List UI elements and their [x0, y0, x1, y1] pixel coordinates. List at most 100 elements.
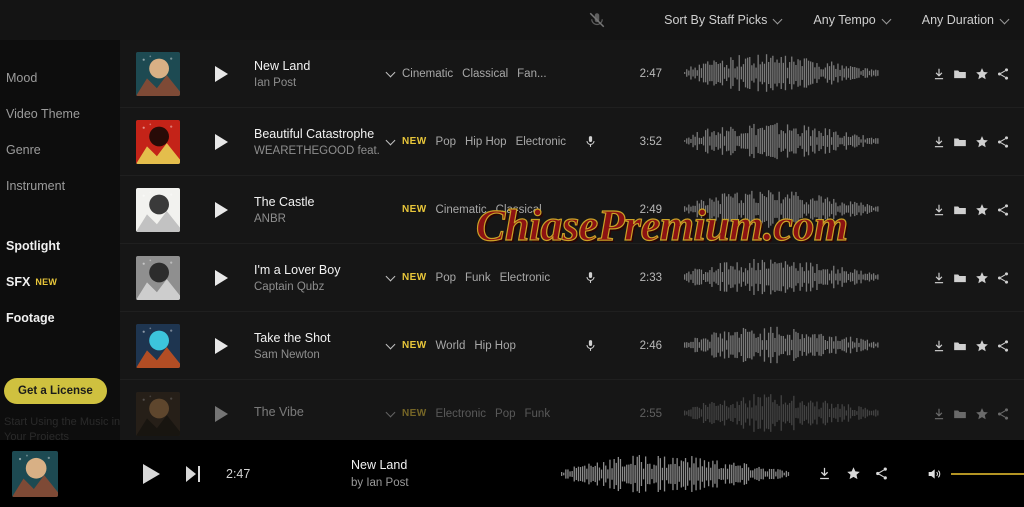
table-row[interactable]: New Land Ian Post Cinematic Classical Fan...…: [120, 40, 1024, 108]
player-track-info: New Land by Ian Post: [351, 458, 551, 489]
sidebar-item-video-theme[interactable]: Video Theme: [0, 96, 120, 132]
folder-icon[interactable]: [953, 203, 967, 217]
sidebar-item-genre[interactable]: Genre: [0, 132, 120, 168]
star-icon[interactable]: [846, 466, 861, 481]
table-row[interactable]: I'm a Lover Boy Captain Qubz NEW Pop Funk Ele…: [120, 244, 1024, 312]
player-track-artist: by Ian Post: [351, 477, 409, 489]
filter-duration[interactable]: Any Duration: [922, 13, 1010, 27]
star-icon[interactable]: [975, 135, 989, 149]
track-vocal-indicator: [570, 134, 610, 149]
track-play-button[interactable]: [198, 337, 244, 354]
track-expand-button[interactable]: [380, 137, 402, 146]
track-tag[interactable]: Pop: [436, 136, 456, 148]
star-icon[interactable]: [975, 271, 989, 285]
folder-icon[interactable]: [953, 407, 967, 421]
microphone-icon: [585, 272, 595, 283]
table-row[interactable]: The Castle ANBR NEW Cinematic Classical 2:49: [120, 176, 1024, 244]
sidebar-item-label: Instrument: [6, 179, 66, 193]
star-icon[interactable]: [975, 203, 989, 217]
chevron-down-icon: [387, 69, 396, 78]
track-expand-button[interactable]: [380, 341, 402, 350]
track-waveform[interactable]: [684, 53, 914, 94]
track-waveform[interactable]: [684, 189, 914, 230]
track-tag[interactable]: World: [436, 340, 466, 352]
sidebar-item-label: Genre: [6, 143, 41, 157]
sidebar-item-instrument[interactable]: Instrument: [0, 168, 120, 204]
star-icon[interactable]: [975, 407, 989, 421]
next-track-icon[interactable]: [186, 465, 200, 482]
track-meta: New Land Ian Post: [254, 59, 380, 89]
table-row[interactable]: Beautiful Catastrophe WEARETHEGOOD feat. …: [120, 108, 1024, 176]
track-tag[interactable]: Pop: [436, 272, 456, 284]
mic-muted-icon[interactable]: [586, 9, 608, 31]
track-tag[interactable]: Classical: [462, 68, 508, 80]
sidebar-item-spotlight[interactable]: Spotlight: [0, 228, 120, 264]
play-icon[interactable]: [143, 463, 160, 484]
track-play-button[interactable]: [198, 405, 244, 422]
star-icon[interactable]: [975, 67, 989, 81]
volume-slider[interactable]: [951, 467, 1024, 481]
track-expand-button[interactable]: [380, 69, 402, 78]
sidebar-item-mood[interactable]: Mood: [0, 60, 120, 96]
track-artwork: [136, 187, 180, 232]
download-icon[interactable]: [817, 466, 832, 481]
folder-icon[interactable]: [953, 135, 967, 149]
track-tag[interactable]: Electronic: [516, 136, 567, 148]
sidebar-item-footage[interactable]: Footage: [0, 300, 120, 336]
track-expand-button[interactable]: [380, 273, 402, 282]
track-play-button[interactable]: [198, 133, 244, 150]
track-expand-button[interactable]: [380, 409, 402, 418]
player-waveform[interactable]: [561, 454, 791, 494]
track-play-button[interactable]: [198, 201, 244, 218]
track-waveform[interactable]: [684, 258, 914, 298]
track-tag[interactable]: Hip Hop: [474, 340, 516, 352]
filter-tempo[interactable]: Any Tempo: [813, 13, 891, 27]
track-artwork: [136, 323, 180, 368]
track-duration: 2:33: [639, 271, 662, 284]
track-waveform[interactable]: [684, 393, 914, 434]
download-icon[interactable]: [932, 271, 946, 285]
play-icon: [214, 65, 228, 82]
track-meta: Take the Shot Sam Newton: [254, 331, 380, 361]
download-icon[interactable]: [932, 339, 946, 353]
track-waveform[interactable]: [684, 122, 914, 162]
sidebar-item-sfx[interactable]: SFX NEW: [0, 264, 120, 300]
share-icon[interactable]: [996, 67, 1010, 81]
track-tag[interactable]: Funk: [525, 408, 551, 420]
track-tag[interactable]: Pop: [495, 408, 515, 420]
folder-icon[interactable]: [953, 67, 967, 81]
filter-tempo-label: Any Tempo: [813, 13, 876, 27]
track-tag[interactable]: Funk: [465, 272, 491, 284]
track-tag[interactable]: Fan...: [517, 68, 546, 80]
track-tag[interactable]: Cinematic: [436, 204, 487, 216]
track-tag[interactable]: Electronic: [436, 408, 487, 420]
share-icon[interactable]: [996, 271, 1010, 285]
track-play-button[interactable]: [198, 65, 244, 82]
filter-sort-by[interactable]: Sort By Staff Picks: [664, 13, 783, 27]
track-artist: Ian Post: [254, 76, 297, 89]
table-row[interactable]: The Vibe NEW Electronic Pop Funk 2:55: [120, 380, 1024, 448]
star-icon[interactable]: [975, 339, 989, 353]
share-icon[interactable]: [996, 407, 1010, 421]
share-icon[interactable]: [996, 203, 1010, 217]
download-icon[interactable]: [932, 407, 946, 421]
table-row[interactable]: Take the Shot Sam Newton NEW World Hip Hop 2:…: [120, 312, 1024, 380]
share-icon[interactable]: [874, 466, 889, 481]
track-tag[interactable]: Cinematic: [402, 68, 453, 80]
track-waveform[interactable]: [684, 326, 914, 366]
download-icon[interactable]: [932, 135, 946, 149]
download-icon[interactable]: [932, 67, 946, 81]
folder-icon[interactable]: [953, 271, 967, 285]
share-icon[interactable]: [996, 339, 1010, 353]
folder-icon[interactable]: [953, 339, 967, 353]
player-time: 2:47: [226, 466, 251, 481]
download-icon[interactable]: [932, 203, 946, 217]
share-icon[interactable]: [996, 135, 1010, 149]
track-play-button[interactable]: [198, 269, 244, 286]
sidebar-item-label: SFX: [6, 275, 31, 289]
get-a-license-button[interactable]: Get a License: [4, 378, 107, 404]
volume-icon[interactable]: [925, 466, 943, 482]
track-tag[interactable]: Classical: [496, 204, 542, 216]
track-tag[interactable]: Electronic: [500, 272, 551, 284]
track-tag[interactable]: Hip Hop: [465, 136, 507, 148]
